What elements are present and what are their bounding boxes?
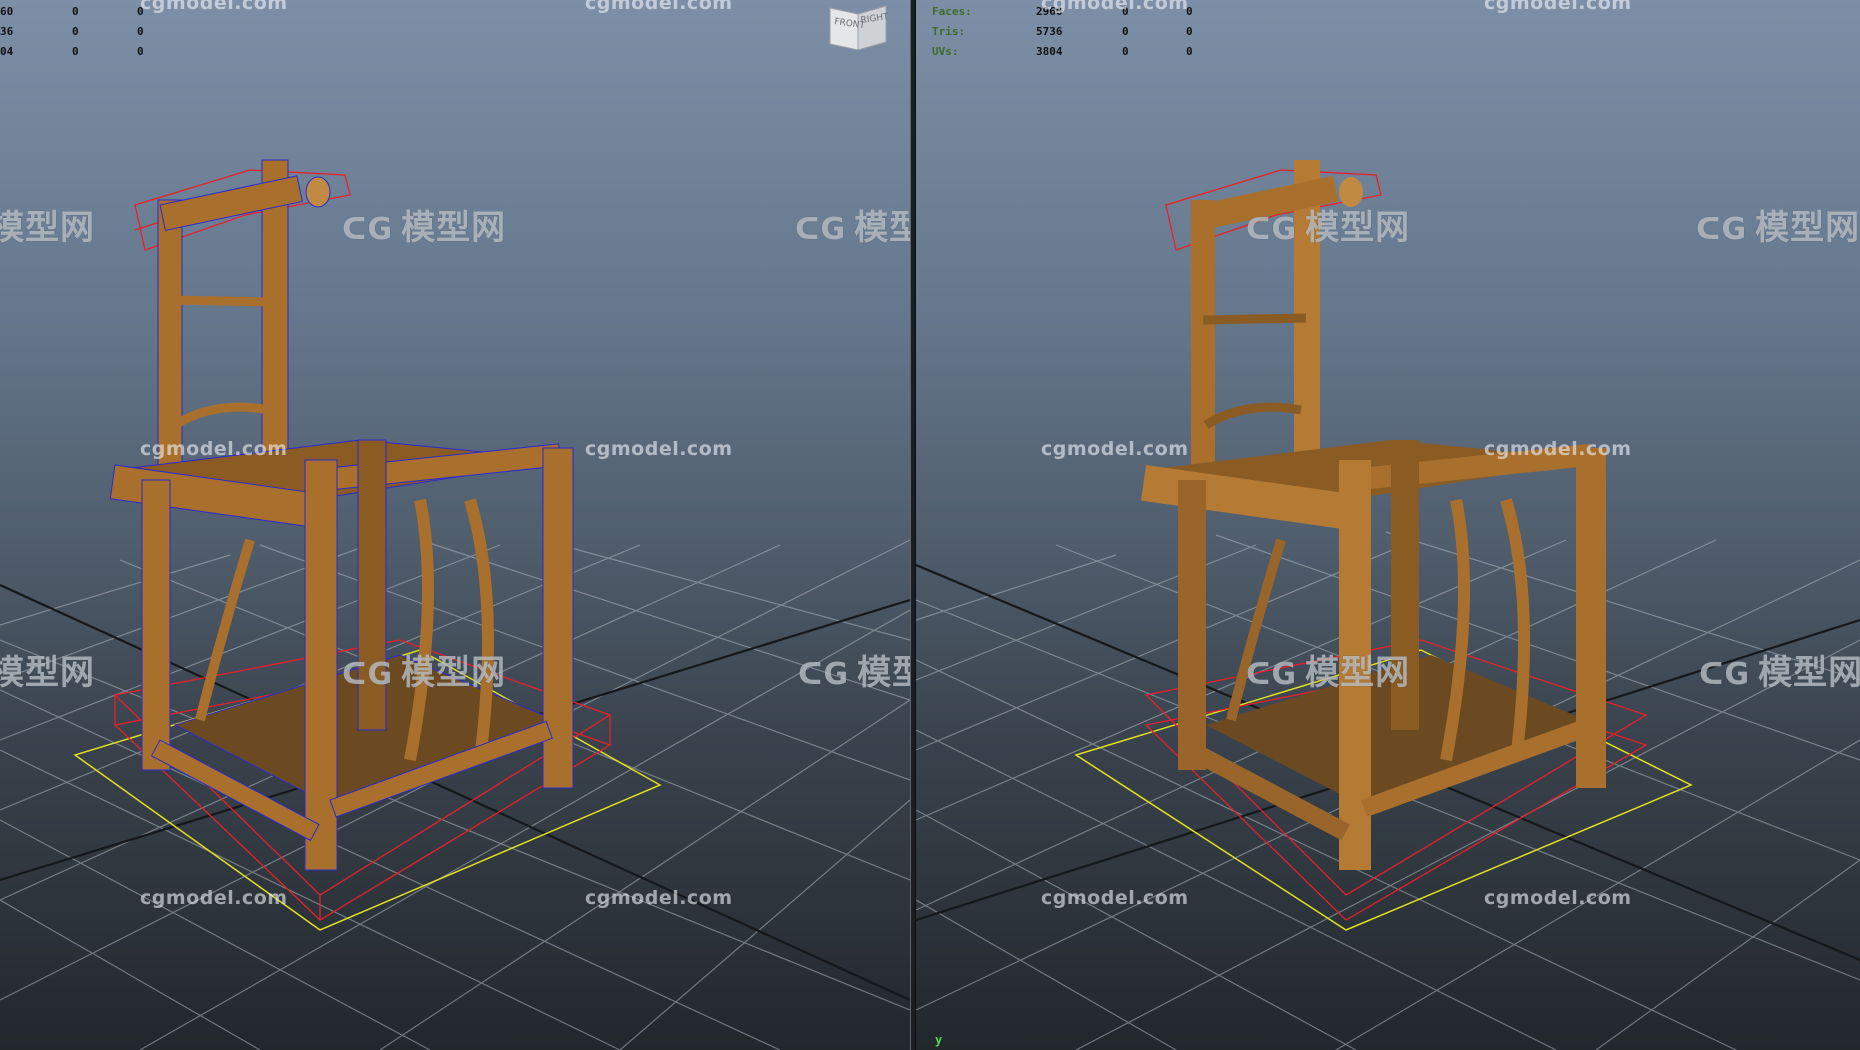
watermark-logo-icon: ᑕG <box>1696 212 1748 247</box>
stat-value: 0 <box>72 45 79 58</box>
stat-value: 0 <box>137 25 144 38</box>
ground-grid <box>0 539 910 1050</box>
watermark-brand: ᑕG模型网 <box>1696 200 1860 249</box>
watermark-logo-icon: ᑕG <box>1246 212 1298 247</box>
watermark-brand: ᑕG模型网 <box>342 200 506 249</box>
viewport-right[interactable]: Faces: 2960 0 0 Tris: 5736 0 0 UVs: 3804… <box>916 0 1860 1050</box>
watermark-brand: ᑕG模型网 <box>342 645 506 694</box>
chair-model-wireframe <box>109 159 574 871</box>
watermark-brand: ᑕG模型网 <box>798 645 910 694</box>
watermark-brand: ᑕG模型网 <box>1699 645 1860 694</box>
watermark-brand: ᑕG模型网 <box>1246 645 1410 694</box>
watermark-logo-icon: ᑕG <box>342 212 394 247</box>
watermark-brand-text: 模型网 <box>0 208 95 248</box>
watermark-brand-text: 模型网 <box>401 653 507 693</box>
watermark-brand-text: 模型网 <box>401 208 507 248</box>
watermark-url: cgmodel.com <box>140 0 288 14</box>
watermark-logo-icon: ᑕG <box>798 657 850 692</box>
watermark-url: cgmodel.com <box>1484 438 1632 460</box>
view-cube[interactable]: FRONT RIGHT <box>828 0 888 50</box>
stat-value: 0 <box>1186 45 1193 58</box>
stat-value: 0 <box>1186 25 1193 38</box>
watermark-logo-icon: ᑕG <box>1699 657 1751 692</box>
stat-label: UVs: <box>932 45 959 58</box>
stat-label: Tris: <box>932 25 966 38</box>
axis-indicator-y: y <box>935 1033 943 1047</box>
watermark-brand: 模型网 <box>0 200 95 249</box>
stat-value: 36 <box>0 25 14 38</box>
viewport-left[interactable]: 60 0 0 36 0 0 04 0 0 FRONT RIGHT cgmodel… <box>0 0 910 1050</box>
watermark-brand: 模型网 <box>0 645 95 694</box>
stat-value: 04 <box>0 45 14 58</box>
watermark-brand-text: 模型网 <box>0 653 95 693</box>
chair-model-shaded <box>1140 160 1606 870</box>
watermark-brand-text: 模型网 <box>1305 653 1411 693</box>
watermark-url: cgmodel.com <box>1484 0 1632 14</box>
stat-value: 3804 <box>1036 45 1063 58</box>
watermark-brand-text: 模型网 <box>857 653 910 693</box>
watermark-url: cgmodel.com <box>585 0 733 14</box>
maya-dual-viewport: 60 0 0 36 0 0 04 0 0 FRONT RIGHT cgmodel… <box>0 0 1860 1050</box>
watermark-logo-icon: ᑕG <box>795 212 847 247</box>
stat-value: 0 <box>72 5 79 18</box>
watermark-url: cgmodel.com <box>140 887 288 909</box>
watermark-url: cgmodel.com <box>140 438 288 460</box>
watermark-url: cgmodel.com <box>585 887 733 909</box>
stat-value: 60 <box>0 5 14 18</box>
watermark-url: cgmodel.com <box>585 438 733 460</box>
watermark-url: cgmodel.com <box>1041 438 1189 460</box>
watermark-url: cgmodel.com <box>1041 887 1189 909</box>
stat-value: 0 <box>1122 45 1129 58</box>
watermark-brand-text: 模型网 <box>854 208 910 248</box>
watermark-brand: ᑕG模型网 <box>795 200 910 249</box>
scene-left[interactable] <box>0 0 910 1050</box>
watermark-brand-text: 模型网 <box>1758 653 1860 693</box>
watermark-logo-icon: ᑕG <box>342 657 394 692</box>
stat-value: 5736 <box>1036 25 1063 38</box>
stat-value: 0 <box>72 25 79 38</box>
watermark-brand: ᑕG模型网 <box>1246 200 1410 249</box>
stat-label: Faces: <box>932 5 972 18</box>
watermark-brand-text: 模型网 <box>1755 208 1860 248</box>
watermark-brand-text: 模型网 <box>1305 208 1411 248</box>
watermark-url: cgmodel.com <box>1484 887 1632 909</box>
stat-value: 0 <box>137 45 144 58</box>
watermark-logo-icon: ᑕG <box>1246 657 1298 692</box>
watermark-url: cgmodel.com <box>1041 0 1189 14</box>
stat-value: 0 <box>1122 25 1129 38</box>
